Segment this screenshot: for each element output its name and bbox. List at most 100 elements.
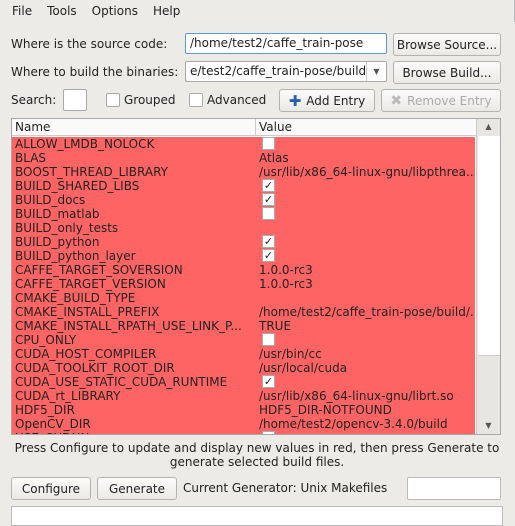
- value-checkbox[interactable]: [262, 431, 275, 434]
- entry-value[interactable]: [256, 221, 475, 235]
- table-row[interactable]: BLAS Atlas: [12, 151, 475, 165]
- table-row[interactable]: CUDA_TOOLKIT_ROOT_DIR/usr/local/cuda: [12, 361, 475, 375]
- value-checkbox[interactable]: [262, 333, 275, 346]
- table-row[interactable]: BUILD_python ✓: [12, 235, 475, 249]
- scrollbar-thumb[interactable]: [478, 136, 500, 356]
- table-row[interactable]: CUDA_rt_LIBRARY/usr/lib/x86_64-linux-gnu…: [12, 389, 475, 403]
- entry-name: BUILD_python: [15, 235, 100, 249]
- entry-name: CUDA_USE_STATIC_CUDA_RUNTIME: [15, 375, 228, 389]
- entry-value[interactable]: HDF5_DIR-NOTFOUND: [256, 403, 475, 417]
- table-row[interactable]: BUILD_python_layer ✓: [12, 249, 475, 263]
- entry-value[interactable]: /usr/local/cuda: [256, 361, 475, 375]
- entry-value[interactable]: ✓: [256, 193, 475, 207]
- entry-name: BUILD_python_layer: [15, 249, 136, 263]
- entry-value[interactable]: [256, 207, 475, 221]
- entry-value[interactable]: /home/test2/opencv-3.4.0/build: [256, 417, 475, 431]
- browse-build-button[interactable]: Browse Build...: [393, 61, 501, 84]
- menu-help[interactable]: Help: [153, 4, 180, 18]
- column-name[interactable]: Name: [12, 119, 256, 135]
- output-log[interactable]: [11, 506, 503, 526]
- value-checkbox[interactable]: [262, 207, 275, 220]
- table-rows: ALLOW_LMDB_NOLOCK BLAS Atlas BOOST_THREAD_L…: [12, 137, 475, 434]
- table-row[interactable]: USE_CUDNN: [12, 431, 475, 434]
- entry-name: CAFFE_TARGET_VERSION: [15, 277, 166, 291]
- generate-button[interactable]: Generate: [97, 477, 177, 500]
- entry-name: CMAKE_BUILD_TYPE: [15, 291, 136, 305]
- entry-value[interactable]: ✓: [256, 235, 475, 249]
- table-row[interactable]: CUDA_USE_STATIC_CUDA_RUNTIME ✓: [12, 375, 475, 389]
- entry-name: ALLOW_LMDB_NOLOCK: [15, 137, 155, 151]
- browse-source-button[interactable]: Browse Source...: [393, 33, 501, 56]
- table-row[interactable]: BUILD_matlab: [12, 207, 475, 221]
- grouped-label: Grouped: [124, 93, 176, 107]
- column-value[interactable]: Value: [256, 119, 292, 135]
- advanced-checkbox[interactable]: [189, 93, 203, 107]
- entry-name: BUILD_matlab: [15, 207, 100, 221]
- value-checkbox[interactable]: ✓: [262, 375, 275, 388]
- entry-value[interactable]: [256, 137, 475, 151]
- value-checkbox[interactable]: ✓: [262, 193, 275, 206]
- table-row[interactable]: CPU_ONLY: [12, 333, 475, 347]
- table-row[interactable]: OpenCV_DIR/home/test2/opencv-3.4.0/build: [12, 417, 475, 431]
- build-value: e/test2/caffe_train-pose/build: [190, 64, 367, 78]
- value-checkbox[interactable]: ✓: [262, 179, 275, 192]
- table-row[interactable]: BUILD_only_tests: [12, 221, 475, 235]
- entry-value[interactable]: 1.0.0-rc3: [256, 277, 475, 291]
- remove-entry-label: Remove Entry: [407, 93, 492, 108]
- menu-tools[interactable]: Tools: [47, 4, 77, 18]
- entry-value[interactable]: /home/test2/caffe_train-pose/build/...: [256, 305, 475, 319]
- table-row[interactable]: BOOST_THREAD_LIBRARY/usr/lib/x86_64-linu…: [12, 165, 475, 179]
- table-row[interactable]: CMAKE_INSTALL_PREFIX/home/test2/caffe_tr…: [12, 305, 475, 319]
- remove-icon: ✖: [390, 92, 403, 109]
- entry-value[interactable]: ✓: [256, 179, 475, 193]
- value-checkbox[interactable]: ✓: [262, 249, 275, 262]
- value-checkbox[interactable]: ✓: [262, 235, 275, 248]
- entry-value[interactable]: /usr/lib/x86_64-linux-gnu/libpthrea...: [256, 165, 475, 179]
- entry-value[interactable]: [256, 333, 475, 347]
- table-row[interactable]: CMAKE_INSTALL_RPATH_USE_LINK_P... TRUE: [12, 319, 475, 333]
- table-row[interactable]: ALLOW_LMDB_NOLOCK: [12, 137, 475, 151]
- grouped-checkbox[interactable]: [106, 93, 120, 107]
- entry-value[interactable]: ✓: [256, 249, 475, 263]
- entry-name: BOOST_THREAD_LIBRARY: [15, 165, 168, 179]
- scroll-down-icon[interactable]: ▼: [477, 418, 500, 434]
- entry-value[interactable]: [256, 431, 475, 434]
- scroll-up-icon[interactable]: ▲: [477, 119, 500, 135]
- table-row[interactable]: CUDA_HOST_COMPILER/usr/bin/cc: [12, 347, 475, 361]
- add-entry-label: Add Entry: [306, 93, 366, 108]
- entry-value[interactable]: Atlas: [256, 151, 475, 165]
- add-entry-button[interactable]: ✚ Add Entry: [279, 89, 375, 112]
- menu-file[interactable]: File: [12, 4, 32, 18]
- chevron-down-icon[interactable]: ▼: [366, 62, 386, 81]
- advanced-label: Advanced: [207, 93, 267, 107]
- menu-options[interactable]: Options: [92, 4, 138, 18]
- configure-button[interactable]: Configure: [11, 477, 91, 500]
- progress-bar: [407, 477, 501, 500]
- search-label: Search:: [11, 93, 57, 107]
- remove-entry-button[interactable]: ✖ Remove Entry: [381, 89, 501, 112]
- source-input[interactable]: /home/test2/caffe_train-pose: [185, 33, 387, 54]
- scrollbar[interactable]: ▲ ▼: [476, 119, 500, 434]
- table-row[interactable]: CMAKE_BUILD_TYPE: [12, 291, 475, 305]
- build-combo[interactable]: e/test2/caffe_train-pose/build ▼: [185, 61, 387, 82]
- table-row[interactable]: CAFFE_TARGET_VERSION 1.0.0-rc3: [12, 277, 475, 291]
- table-row[interactable]: HDF5_DIR HDF5_DIR-NOTFOUND: [12, 403, 475, 417]
- search-input[interactable]: [63, 89, 87, 111]
- entry-value[interactable]: 1.0.0-rc3: [256, 263, 475, 277]
- entry-name: BUILD_only_tests: [15, 221, 119, 235]
- plus-icon: ✚: [288, 91, 302, 110]
- table-header: Name Value: [12, 119, 500, 136]
- entry-value[interactable]: /usr/lib/x86_64-linux-gnu/librt.so: [256, 389, 475, 403]
- entry-value[interactable]: ✓: [256, 375, 475, 389]
- cache-table: Name Value ALLOW_LMDB_NOLOCK BLAS Atlas BOO…: [11, 118, 501, 435]
- entry-value[interactable]: [256, 291, 475, 305]
- table-row[interactable]: CAFFE_TARGET_SOVERSION 1.0.0-rc3: [12, 263, 475, 277]
- current-generator: Current Generator: Unix Makefiles: [183, 481, 388, 495]
- entry-name: CPU_ONLY: [15, 333, 77, 347]
- table-row[interactable]: BUILD_SHARED_LIBS ✓: [12, 179, 475, 193]
- table-row[interactable]: BUILD_docs ✓: [12, 193, 475, 207]
- entry-name: BUILD_docs: [15, 193, 86, 207]
- entry-value[interactable]: /usr/bin/cc: [256, 347, 475, 361]
- value-checkbox[interactable]: [262, 137, 275, 150]
- entry-value[interactable]: TRUE: [256, 319, 475, 333]
